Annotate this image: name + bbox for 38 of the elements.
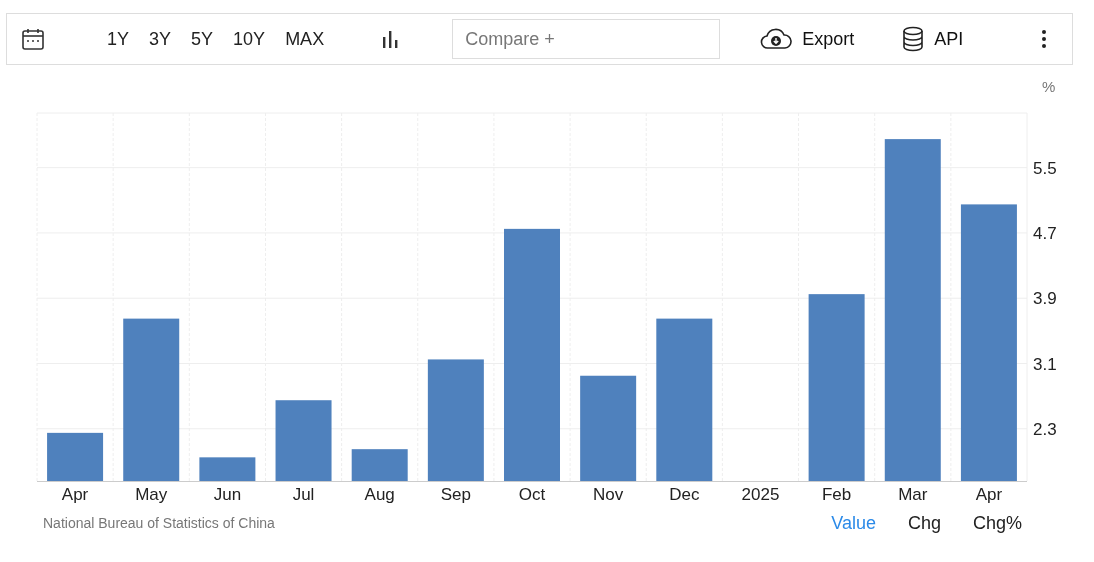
x-axis-label: Jul — [292, 485, 315, 504]
source-text: National Bureau of Statistics of China — [43, 515, 275, 531]
range-button[interactable]: 5Y — [181, 24, 224, 54]
x-axis-label: Dec — [669, 485, 700, 504]
x-axis-label: Nov — [593, 485, 624, 504]
database-icon — [902, 26, 925, 52]
view-tab[interactable]: Chg% — [960, 510, 1034, 536]
x-axis-label: Feb — [821, 485, 852, 504]
range-button[interactable]: 10Y — [223, 24, 276, 54]
cloud-download-icon — [760, 28, 793, 50]
x-axis-label: Sep — [440, 485, 471, 504]
x-axis-label: Apr — [975, 485, 1003, 504]
api-button[interactable]: API — [896, 22, 970, 56]
view-tab[interactable]: Chg — [895, 510, 953, 536]
view-tab[interactable]: Value — [819, 510, 888, 536]
unit-label: % — [1042, 78, 1056, 95]
export-button[interactable]: Export — [754, 24, 861, 54]
x-axis-label: Oct — [518, 485, 546, 504]
y-axis-label: 3.1 — [1033, 354, 1057, 374]
y-axis-label: 3.9 — [1033, 289, 1057, 309]
y-axis-label: 4.7 — [1033, 223, 1057, 243]
x-axis-label: May — [135, 485, 168, 504]
range-button[interactable]: 1Y — [97, 24, 140, 54]
calendar-icon[interactable] — [21, 27, 45, 51]
bar — [47, 432, 104, 481]
compare-field[interactable]: Compare + — [452, 19, 721, 59]
y-axis-label: 2.3 — [1033, 419, 1057, 439]
range-button[interactable]: 3Y — [139, 24, 182, 54]
x-axis-label: Mar — [898, 485, 928, 504]
x-axis-label: Aug — [364, 485, 395, 504]
x-axis-label: Apr — [61, 485, 89, 504]
y-axis-label: 5.5 — [1033, 158, 1057, 178]
bar — [199, 457, 256, 481]
range-button[interactable]: MAX — [275, 24, 335, 54]
more-icon[interactable] — [1041, 29, 1048, 49]
x-axis-label: 2025 — [741, 485, 780, 504]
x-axis-label: Jun — [213, 485, 242, 504]
bar — [351, 449, 408, 481]
